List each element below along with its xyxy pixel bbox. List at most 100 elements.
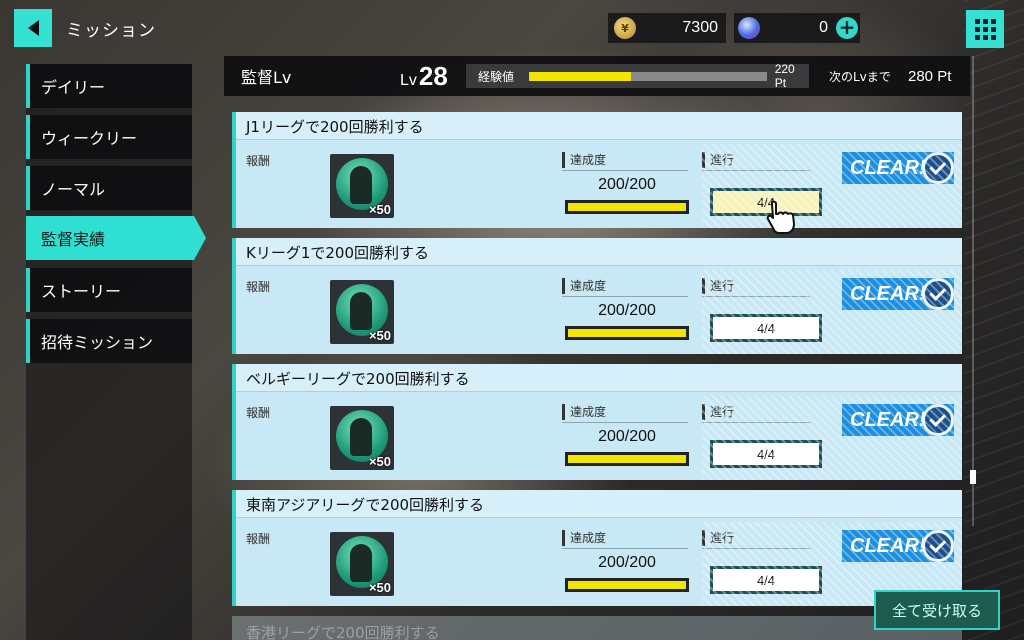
- mission-title: 東南アジアリーグで200回勝利する: [246, 496, 485, 514]
- mission-title: ベルギーリーグで200回勝利する: [246, 370, 470, 388]
- coin-counter: ¥ 7300: [608, 13, 726, 43]
- gem-amount: 0: [819, 19, 828, 36]
- sidebar-item-label: ウィークリー: [41, 129, 138, 148]
- clear-text: CLEAR!: [850, 156, 926, 179]
- progress-label: 進行: [702, 152, 734, 168]
- mission-card: 東南アジアリーグで200回勝利する 報酬 ×50 達成度 200/200 進行 …: [232, 490, 962, 606]
- achievement-progress-fill: [568, 581, 686, 589]
- sidebar-item-label: ノーマル: [41, 180, 106, 199]
- scrollbar-thumb[interactable]: [970, 470, 976, 484]
- coin-icon: ¥: [614, 17, 636, 39]
- add-gems-button[interactable]: +: [836, 17, 858, 39]
- sidebar-item-invite[interactable]: 招待ミッション: [26, 319, 192, 363]
- player-silhouette-icon: [350, 544, 372, 582]
- player-silhouette-icon: [350, 292, 372, 330]
- progress-divider: [702, 296, 810, 297]
- reward-label: 報酬: [246, 406, 271, 420]
- sidebar-item-label: ストーリー: [41, 282, 122, 301]
- clear-badge: CLEAR!: [842, 278, 954, 310]
- reward-item-icon[interactable]: ×50: [330, 154, 394, 218]
- grid-menu-icon: [974, 18, 980, 24]
- player-silhouette-icon: [350, 418, 372, 456]
- reward-label: 報酬: [246, 280, 271, 294]
- back-arrow-icon: [27, 20, 39, 36]
- sidebar-item-daily[interactable]: デイリー: [26, 64, 192, 108]
- reward-quantity: ×50: [368, 580, 391, 595]
- progress-box[interactable]: 4/4: [710, 566, 822, 594]
- progress-label: 進行: [702, 404, 734, 420]
- achievement-divider: [562, 422, 688, 423]
- progress-value: 4/4: [713, 317, 819, 339]
- check-icon: [922, 404, 954, 436]
- sidebar-item-manager-achievements[interactable]: 監督実績: [26, 216, 206, 260]
- level-label: 監督Lv: [241, 68, 292, 87]
- mission-title: Kリーグ1で200回勝利する: [246, 244, 430, 262]
- coin-amount: 7300: [682, 19, 718, 36]
- reward-item-icon[interactable]: ×50: [330, 406, 394, 470]
- mission-card-partial: 香港リーグで200回勝利する: [232, 616, 962, 640]
- scrollbar-track[interactable]: [972, 56, 974, 526]
- achievement-label: 達成度: [562, 530, 606, 546]
- exp-label: 経験値: [478, 69, 515, 84]
- check-icon: [922, 530, 954, 562]
- clear-badge: CLEAR!: [842, 404, 954, 436]
- check-icon: [922, 152, 954, 184]
- progress-label: 進行: [702, 278, 734, 294]
- reward-label: 報酬: [246, 532, 271, 546]
- progress-divider: [702, 170, 810, 171]
- achievement-value: 200/200: [598, 302, 656, 319]
- mission-title-row: J1リーグで200回勝利する: [236, 112, 962, 140]
- clear-badge: CLEAR!: [842, 152, 954, 184]
- clear-text: CLEAR!: [850, 282, 926, 305]
- exp-progress-fill: [529, 71, 632, 81]
- progress-divider: [702, 422, 810, 423]
- mission-title-row: Kリーグ1で200回勝利する: [236, 238, 962, 266]
- progress-divider: [702, 548, 810, 549]
- progress-box[interactable]: 4/4: [710, 314, 822, 342]
- sidebar-item-weekly[interactable]: ウィークリー: [26, 115, 192, 159]
- level-value: Lv28: [400, 60, 448, 91]
- achievement-label: 達成度: [562, 404, 606, 420]
- sidebar-item-label: 招待ミッション: [41, 333, 154, 352]
- progress-box[interactable]: 4/4: [710, 440, 822, 468]
- mission-card: Kリーグ1で200回勝利する 報酬 ×50 達成度 200/200 進行 4/4…: [232, 238, 962, 354]
- back-button[interactable]: [14, 9, 52, 47]
- next-level-points: 280 Pt: [908, 67, 952, 85]
- grid-menu-button[interactable]: [966, 10, 1004, 48]
- sidebar-item-story[interactable]: ストーリー: [26, 268, 192, 312]
- achievement-value: 200/200: [598, 428, 656, 445]
- clear-text: CLEAR!: [850, 408, 926, 431]
- achievement-divider: [562, 170, 688, 171]
- sidebar-item-label: デイリー: [41, 78, 106, 97]
- progress-value: 4/4: [713, 569, 819, 591]
- reward-quantity: ×50: [368, 202, 391, 217]
- exp-box: 経験値 220 Pt: [466, 62, 809, 90]
- mission-title-row: 東南アジアリーグで200回勝利する: [236, 490, 962, 518]
- reward-quantity: ×50: [368, 328, 391, 343]
- mission-title: 香港リーグで200回勝利する: [246, 624, 440, 640]
- sidebar-item-normal[interactable]: ノーマル: [26, 166, 192, 210]
- sidebar-item-label: 監督実績: [41, 230, 106, 249]
- progress-label: 進行: [702, 530, 734, 546]
- page-title: ミッション: [66, 20, 156, 41]
- claim-all-button[interactable]: 全て受け取る: [874, 590, 1000, 630]
- achievement-value: 200/200: [598, 554, 656, 571]
- reward-item-icon[interactable]: ×50: [330, 280, 394, 344]
- manager-level-bar: 監督Lv Lv28 経験値 220 Pt 次のLvまで 280 Pt: [224, 56, 970, 96]
- achievement-label: 達成度: [562, 152, 606, 168]
- reward-quantity: ×50: [368, 454, 391, 469]
- header: ミッション: [14, 9, 156, 47]
- reward-label: 報酬: [246, 154, 271, 168]
- reward-item-icon[interactable]: ×50: [330, 532, 394, 596]
- achievement-label: 達成度: [562, 278, 606, 294]
- achievement-divider: [562, 296, 688, 297]
- achievement-progress-bar: [565, 326, 689, 340]
- next-level-label: 次のLvまで: [829, 69, 891, 84]
- mission-title-row: ベルギーリーグで200回勝利する: [236, 364, 962, 392]
- gem-counter: 0 +: [734, 13, 860, 43]
- exp-points: 220 Pt: [774, 62, 795, 90]
- hand-pointer-icon: [766, 200, 795, 234]
- clear-badge: CLEAR!: [842, 530, 954, 562]
- player-silhouette-icon: [350, 166, 372, 204]
- achievement-progress-fill: [568, 455, 686, 463]
